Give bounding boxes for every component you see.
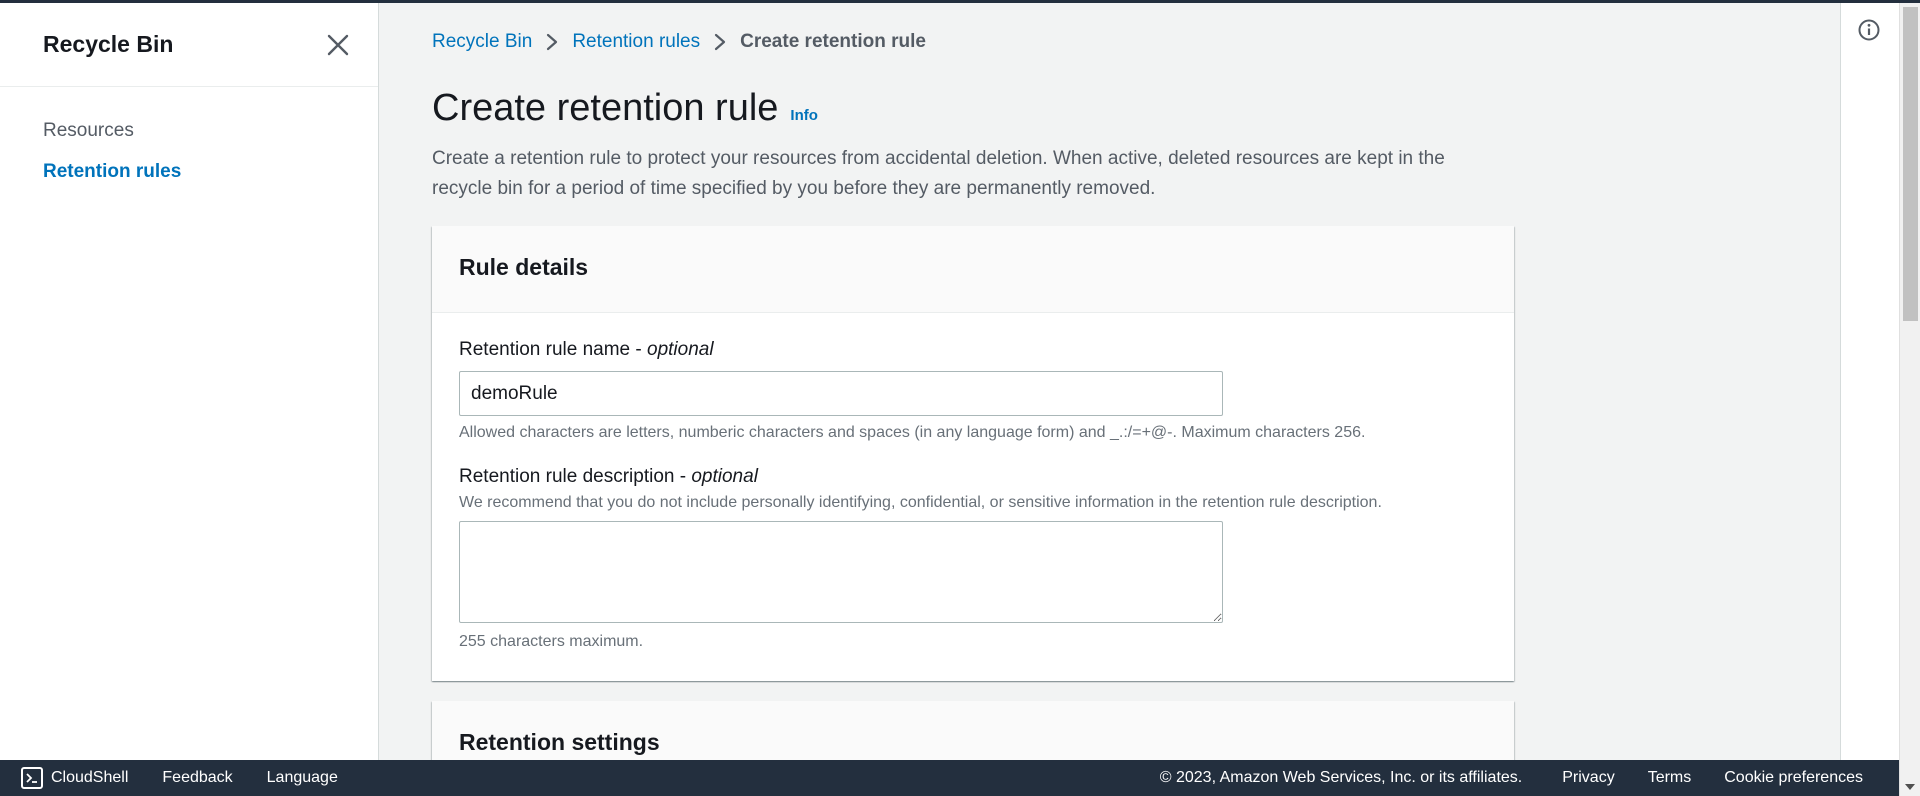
- page-title: Create retention rule: [432, 87, 779, 129]
- info-circle-icon: [1858, 19, 1880, 41]
- footer-right: © 2023, Amazon Web Services, Inc. or its…: [1160, 769, 1899, 787]
- terminal-icon: [21, 767, 43, 789]
- breadcrumb-current: Create retention rule: [740, 31, 926, 52]
- rule-description-optional: optional: [691, 466, 758, 487]
- rule-name-label: Retention rule name - optional: [459, 337, 1487, 363]
- feedback-link[interactable]: Feedback: [162, 769, 232, 787]
- breadcrumb-retention-rules[interactable]: Retention rules: [572, 31, 700, 53]
- rule-name-label-text: Retention rule name -: [459, 339, 642, 360]
- sidebar-header: Recycle Bin: [0, 3, 378, 87]
- retention-settings-title: Retention settings: [459, 729, 660, 755]
- footer-left: CloudShell Feedback Language: [0, 767, 338, 789]
- chevron-right-icon: [546, 33, 558, 51]
- sidebar-item-retention-rules[interactable]: Retention rules: [43, 158, 181, 199]
- cloudshell-label: CloudShell: [51, 769, 129, 786]
- console-footer: CloudShell Feedback Language © 2023, Ama…: [0, 760, 1899, 796]
- rule-description-block: Retention rule description - optional We…: [459, 464, 1487, 653]
- page-description: Create a retention rule to protect your …: [432, 148, 1445, 199]
- page-header: Create retention rule Info: [432, 87, 818, 130]
- rule-details-panel: Rule details Retention rule name - optio…: [432, 226, 1514, 681]
- page-scrollbar[interactable]: [1899, 3, 1920, 796]
- copyright-text: © 2023, Amazon Web Services, Inc. or its…: [1159, 769, 1523, 786]
- rule-name-hint: Allowed characters are letters, numberic…: [459, 424, 1366, 441]
- close-icon: [327, 34, 349, 56]
- rule-name-input[interactable]: [459, 371, 1223, 416]
- info-panel-toggle[interactable]: [1857, 18, 1883, 44]
- rule-description-label-text: Retention rule description -: [459, 466, 687, 487]
- sidebar-title[interactable]: Recycle Bin: [43, 31, 173, 58]
- retention-settings-header: Retention settings: [432, 701, 1514, 760]
- close-navigation-button[interactable]: [322, 29, 354, 61]
- rule-details-header: Rule details: [432, 226, 1514, 313]
- cookie-preferences-link[interactable]: Cookie preferences: [1724, 769, 1863, 787]
- scrollbar-thumb[interactable]: [1903, 7, 1918, 321]
- rule-description-limit: 255 characters maximum.: [459, 633, 644, 650]
- breadcrumb-recycle-bin[interactable]: Recycle Bin: [432, 31, 532, 53]
- chevron-right-icon: [714, 33, 726, 51]
- cloudshell-button[interactable]: CloudShell: [21, 767, 128, 789]
- privacy-link[interactable]: Privacy: [1562, 769, 1614, 787]
- breadcrumb: Recycle Bin Retention rules Create reten…: [432, 31, 926, 53]
- rule-description-hint: We recommend that you do not include per…: [459, 494, 1382, 511]
- terms-link[interactable]: Terms: [1648, 769, 1692, 787]
- side-navigation: Recycle Bin Resources Retention rules: [0, 3, 379, 760]
- retention-settings-panel: Retention settings: [432, 701, 1514, 760]
- info-link[interactable]: Info: [790, 107, 818, 124]
- rule-details-title: Rule details: [459, 254, 589, 280]
- rule-name-optional: optional: [647, 339, 714, 360]
- main-content: Recycle Bin Retention rules Create reten…: [380, 3, 1840, 760]
- sidebar-item-resources[interactable]: Resources: [43, 117, 181, 158]
- rule-description-label: Retention rule description - optional: [459, 464, 1487, 490]
- language-link[interactable]: Language: [267, 769, 338, 787]
- rule-details-body: Retention rule name - optional Allowed c…: [432, 313, 1514, 681]
- rule-description-textarea[interactable]: [459, 521, 1223, 623]
- sidebar-nav: Resources Retention rules: [43, 117, 181, 199]
- scroll-down-arrow-icon[interactable]: [1905, 784, 1915, 790]
- tools-rail: [1840, 3, 1899, 760]
